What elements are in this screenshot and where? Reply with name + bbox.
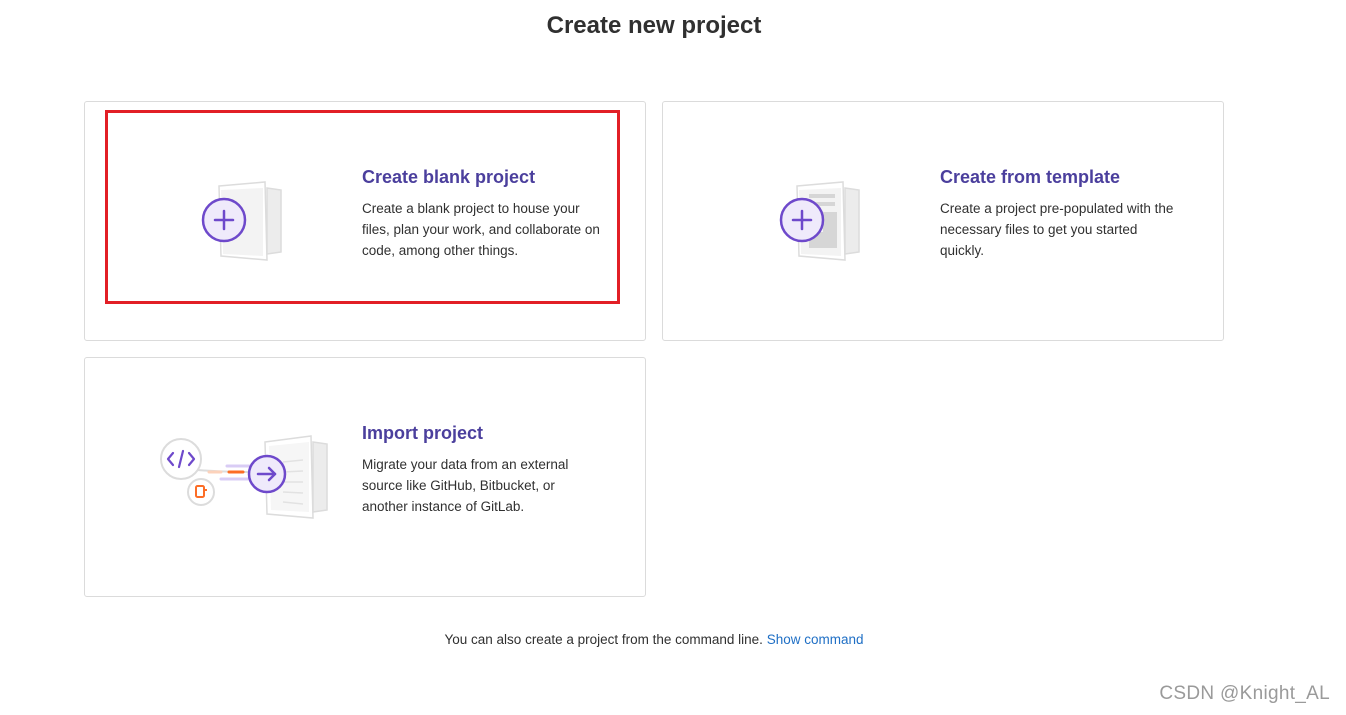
template-card-text: Create from template Create a project pr… (940, 166, 1180, 261)
import-project-card[interactable]: Import project Migrate your data from an… (84, 357, 646, 597)
new-project-page: Create new project Create blank project … (0, 0, 1346, 715)
show-command-link[interactable]: Show command (767, 632, 864, 647)
template-document-icon (775, 176, 865, 271)
template-card-description: Create a project pre-populated with the … (940, 201, 1174, 258)
command-line-note-text: You can also create a project from the c… (444, 632, 763, 647)
import-card-description: Migrate your data from an external sourc… (362, 457, 569, 514)
import-card-text: Import project Migrate your data from an… (362, 422, 602, 517)
watermark: CSDN @Knight_AL (1159, 683, 1330, 704)
blank-card-heading: Create blank project (362, 167, 536, 187)
blank-card-description: Create a blank project to house your fil… (362, 201, 600, 258)
import-card-heading: Import project (362, 423, 484, 443)
page-title: Create new project (546, 12, 762, 39)
template-card-heading: Create from template (940, 167, 1121, 187)
blank-card-text: Create blank project Create a blank proj… (362, 166, 602, 261)
import-arrow-icon (157, 432, 332, 529)
command-line-note: You can also create a project from the c… (0, 632, 1308, 647)
create-from-template-card[interactable]: Create from template Create a project pr… (662, 101, 1224, 341)
create-blank-project-card[interactable]: Create blank project Create a blank proj… (84, 101, 646, 341)
plus-document-icon (197, 176, 287, 271)
